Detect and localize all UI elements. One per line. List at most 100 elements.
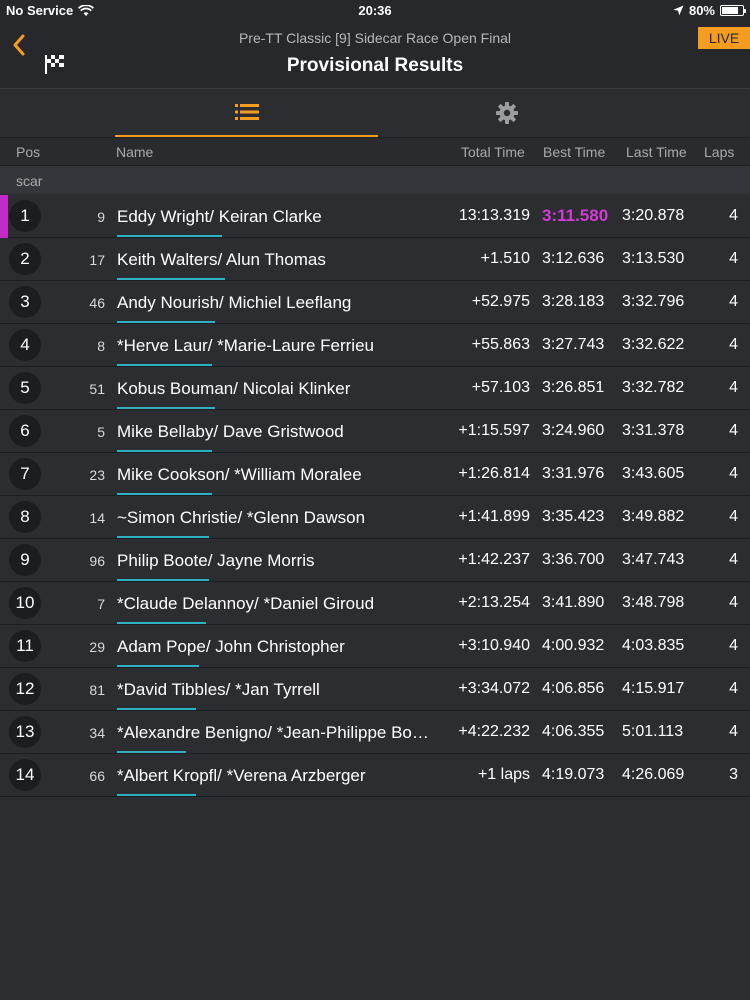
tab-settings[interactable]	[378, 89, 635, 137]
position-badge: 3	[9, 286, 41, 318]
result-row[interactable]: 5 51 Kobus Bouman/ Nicolai Klinker +57.103 3…	[0, 367, 750, 410]
lap-progress-bar	[117, 794, 196, 796]
result-row[interactable]: 11 29 Adam Pope/ John Christopher +3:10.940…	[0, 625, 750, 668]
result-row[interactable]: 3 46 Andy Nourish/ Michiel Leeflang +52.975…	[0, 281, 750, 324]
total-time: +1 laps	[477, 766, 530, 783]
rider-names: ~Simon Christie/ *Glenn Dawson	[117, 508, 366, 527]
total-time: +3:10.940	[458, 637, 530, 654]
result-row[interactable]: 7 23 Mike Cookson/ *William Moralee +1:26.8…	[0, 453, 750, 496]
laps-count: 4	[729, 637, 738, 654]
position-badge: 7	[9, 458, 41, 490]
position-badge: 5	[9, 372, 41, 404]
tab-bar	[0, 88, 750, 138]
last-time: 3:32.796	[622, 293, 685, 310]
best-time: 4:19.073	[542, 766, 605, 783]
rider-names: Mike Bellaby/ Dave Gristwood	[117, 422, 344, 441]
position-badge: 1	[9, 200, 41, 232]
best-time: 4:06.856	[542, 680, 605, 697]
best-time: 3:41.890	[542, 594, 605, 611]
lap-progress-bar	[117, 622, 206, 624]
header-last-time[interactable]: Last Time	[626, 144, 687, 160]
best-time: 3:24.960	[542, 422, 605, 439]
total-time: 13:13.319	[458, 207, 530, 224]
race-number: 51	[89, 381, 105, 397]
laps-count: 4	[729, 680, 738, 697]
header-best-time[interactable]: Best Time	[543, 144, 605, 160]
race-number: 23	[89, 467, 105, 483]
rider-names: Philip Boote/ Jayne Morris	[117, 551, 315, 570]
lap-progress-bar	[117, 493, 212, 495]
rider-names: *Claude Delannoy/ *Daniel Giroud	[117, 594, 375, 613]
tab-results-list[interactable]	[115, 89, 378, 137]
position-badge: 13	[9, 716, 41, 748]
position-badge: 11	[9, 630, 41, 662]
result-row[interactable]: 1 9 Eddy Wright/ Keiran Clarke 13:13.319 3:1…	[0, 195, 750, 238]
last-time: 3:31.378	[622, 422, 685, 439]
best-time: 4:00.932	[542, 637, 605, 654]
rider-names: *Albert Kropfl/ *Verena Arzberger	[117, 766, 366, 785]
result-row[interactable]: 13 34 *Alexandre Benigno/ *Jean-Philippe B…	[0, 711, 750, 754]
header-laps[interactable]: Laps	[704, 144, 734, 160]
race-number: 5	[97, 424, 105, 440]
lap-progress-bar	[117, 278, 225, 280]
race-number: 8	[97, 338, 105, 354]
result-row[interactable]: 14 66 *Albert Kropfl/ *Verena Arzberger +1 …	[0, 754, 750, 797]
position-badge: 8	[9, 501, 41, 533]
lap-progress-bar	[117, 364, 212, 366]
total-time: +1.510	[480, 250, 530, 267]
laps-count: 4	[729, 336, 738, 353]
result-row[interactable]: 2 17 Keith Walters/ Alun Thomas +1.510 3:12.…	[0, 238, 750, 281]
result-row[interactable]: 9 96 Philip Boote/ Jayne Morris +1:42.237 3:…	[0, 539, 750, 582]
header-name[interactable]: Name	[116, 144, 153, 160]
lap-progress-bar	[117, 665, 199, 667]
total-time: +57.103	[471, 379, 530, 396]
total-time: +2:13.254	[458, 594, 530, 611]
laps-count: 3	[729, 766, 738, 783]
rider-names: Kobus Bouman/ Nicolai Klinker	[117, 379, 351, 398]
live-button[interactable]: LIVE	[698, 27, 750, 49]
status-right: 80%	[673, 3, 746, 18]
race-number: 66	[89, 768, 105, 784]
best-time: 4:06.355	[542, 723, 605, 740]
last-time: 3:49.882	[622, 508, 685, 525]
race-number: 7	[97, 596, 105, 612]
header-total-time[interactable]: Total Time	[461, 144, 525, 160]
rider-names: Keith Walters/ Alun Thomas	[117, 250, 326, 269]
last-time: 3:43.605	[622, 465, 685, 482]
position-badge: 4	[9, 329, 41, 361]
best-time: 3:26.851	[542, 379, 605, 396]
header-pos[interactable]: Pos	[16, 144, 40, 160]
race-number: 81	[89, 682, 105, 698]
total-time: +1:41.899	[458, 508, 530, 525]
laps-count: 4	[729, 465, 738, 482]
result-row[interactable]: 8 14 ~Simon Christie/ *Glenn Dawson +1:41.8…	[0, 496, 750, 539]
result-row[interactable]: 12 81 *David Tibbles/ *Jan Tyrrell +3:34.07…	[0, 668, 750, 711]
total-time: +52.975	[471, 293, 530, 310]
result-row[interactable]: 4 8 *Herve Laur/ *Marie-Laure Ferrieu +55.8…	[0, 324, 750, 367]
total-time: +55.863	[471, 336, 530, 353]
result-row[interactable]: 6 5 Mike Bellaby/ Dave Gristwood +1:15.597 3…	[0, 410, 750, 453]
section-label: scar	[16, 173, 43, 189]
best-time: 3:11.580	[542, 206, 609, 225]
rider-names: *David Tibbles/ *Jan Tyrrell	[117, 680, 320, 699]
last-time: 4:26.069	[622, 766, 685, 783]
race-number: 96	[89, 553, 105, 569]
laps-count: 4	[729, 379, 738, 396]
race-number: 34	[89, 725, 105, 741]
total-time: +1:15.597	[458, 422, 530, 439]
best-time: 3:28.183	[542, 293, 605, 310]
results-header: Pos Name Total Time Best Time Last Time …	[0, 138, 750, 166]
best-time: 3:35.423	[542, 508, 605, 525]
rider-names: *Herve Laur/ *Marie-Laure Ferrieu	[117, 336, 374, 355]
best-time: 3:31.976	[542, 465, 605, 482]
total-time: +1:26.814	[458, 465, 530, 482]
gear-icon	[495, 102, 518, 124]
result-row[interactable]: 10 7 *Claude Delannoy/ *Daniel Giroud +2:13…	[0, 582, 750, 625]
location-arrow-icon	[673, 5, 684, 16]
race-number: 9	[97, 209, 105, 225]
race-number: 17	[89, 252, 105, 268]
total-time: +3:34.072	[458, 680, 530, 697]
battery-icon	[720, 5, 746, 16]
lap-progress-bar	[117, 321, 215, 323]
list-icon	[234, 104, 259, 120]
